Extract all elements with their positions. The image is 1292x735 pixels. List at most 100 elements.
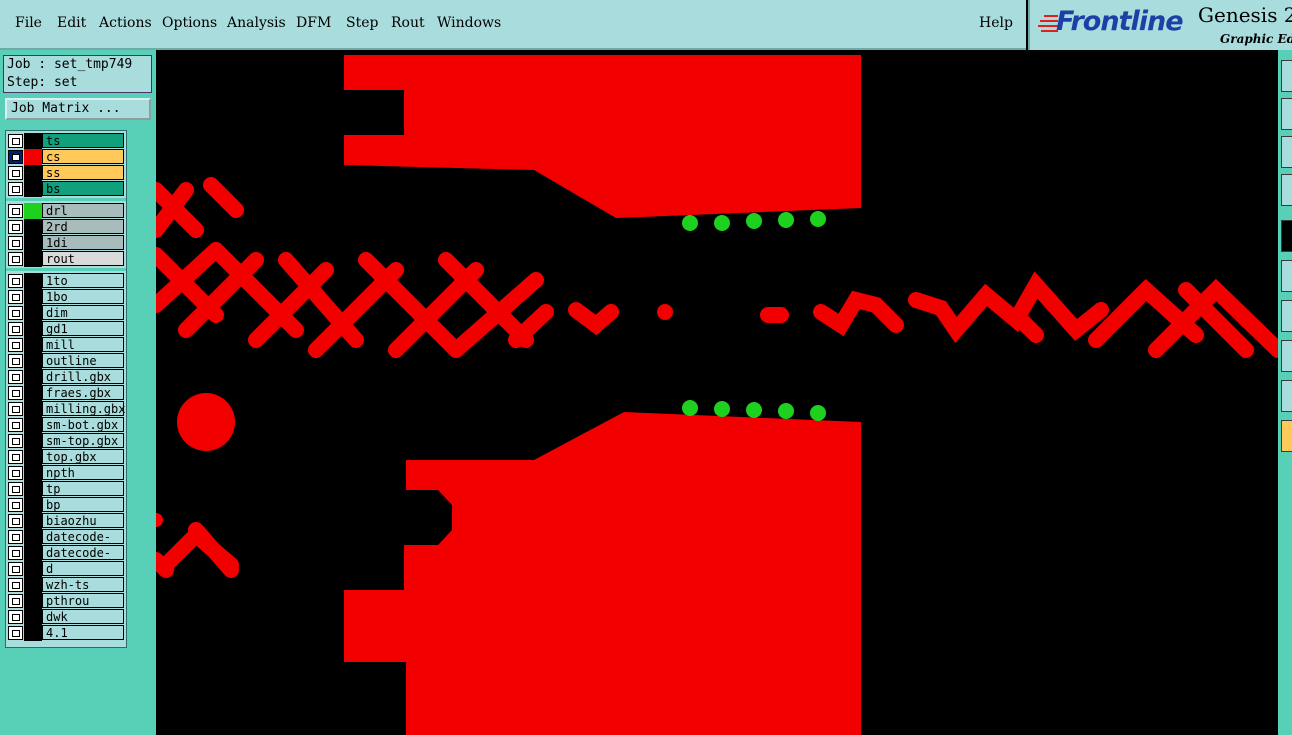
layer-row-dwk[interactable]: dwk (6, 609, 126, 625)
layer-checkbox[interactable] (8, 466, 23, 480)
layer-color-swatch[interactable] (24, 219, 42, 235)
layer-color-swatch[interactable] (24, 465, 42, 481)
layer-color-swatch[interactable] (24, 577, 42, 593)
toolbar-button-3[interactable] (1281, 136, 1292, 168)
layer-color-swatch[interactable] (24, 133, 42, 149)
layer-name[interactable]: dim (42, 305, 124, 320)
layer-checkbox[interactable] (8, 482, 23, 496)
layer-color-swatch[interactable] (24, 165, 42, 181)
layer-checkbox[interactable] (8, 204, 23, 218)
layer-row-4-1[interactable]: 4.1 (6, 625, 126, 641)
layer-color-swatch[interactable] (24, 545, 42, 561)
layer-row-datecode-bs[interactable]: datecode-bs (6, 545, 126, 575)
layer-checkbox[interactable] (8, 290, 23, 304)
menu-windows[interactable]: Windows (437, 15, 501, 31)
layer-color-swatch[interactable] (24, 289, 42, 305)
layer-row-wzh-ts[interactable]: wzh-ts (6, 577, 126, 593)
layer-color-swatch[interactable] (24, 203, 42, 219)
layer-row-npth[interactable]: npth (6, 465, 126, 481)
layer-checkbox[interactable] (8, 150, 23, 164)
layer-color-swatch[interactable] (24, 305, 42, 321)
layer-checkbox[interactable] (8, 386, 23, 400)
layer-row-rout[interactable]: rout (6, 251, 126, 267)
layer-row-bs[interactable]: bs (6, 181, 126, 197)
layer-row-ss[interactable]: ss (6, 165, 126, 181)
toolbar-button-8[interactable] (1281, 340, 1292, 372)
layer-name[interactable]: gd1 (42, 321, 124, 336)
layer-row-biaozhu[interactable]: biaozhu (6, 513, 126, 529)
menu-help[interactable]: Help (979, 15, 1013, 31)
layer-row-1bo[interactable]: 1bo (6, 289, 126, 305)
layer-checkbox[interactable] (8, 166, 23, 180)
layer-name[interactable]: datecode-bs (42, 545, 124, 575)
layer-row-gd1[interactable]: gd1 (6, 321, 126, 337)
layer-name[interactable]: fraes.gbx (42, 385, 124, 400)
layer-row-sm-bot-gbx[interactable]: sm-bot.gbx (6, 417, 126, 433)
layer-name[interactable]: tp (42, 481, 124, 496)
toolbar-button-2[interactable] (1281, 98, 1292, 130)
job-matrix-button[interactable]: Job Matrix ... (5, 98, 151, 120)
layer-color-swatch[interactable] (24, 401, 42, 417)
layer-checkbox[interactable] (8, 402, 23, 416)
layer-checkbox[interactable] (8, 182, 23, 196)
layer-row-outline[interactable]: outline (6, 353, 126, 369)
layer-checkbox[interactable] (8, 626, 23, 640)
layer-checkbox[interactable] (8, 236, 23, 250)
layer-row-2rd[interactable]: 2rd (6, 219, 126, 235)
layer-row-1to[interactable]: 1to (6, 273, 126, 289)
menu-step[interactable]: Step (346, 15, 378, 31)
layer-color-swatch[interactable] (24, 417, 42, 433)
layer-name[interactable]: d (42, 561, 124, 576)
layer-color-swatch[interactable] (24, 497, 42, 513)
menu-rout[interactable]: Rout (391, 15, 425, 31)
layer-checkbox[interactable] (8, 562, 23, 576)
layer-name[interactable]: 2rd (42, 219, 124, 234)
layer-color-swatch[interactable] (24, 561, 42, 577)
layer-name[interactable]: wzh-ts (42, 577, 124, 592)
layer-checkbox[interactable] (8, 354, 23, 368)
layer-color-swatch[interactable] (24, 481, 42, 497)
layer-row-datecode-ts[interactable]: datecode-ts (6, 529, 126, 559)
toolbar-button-1[interactable] (1281, 60, 1292, 92)
layer-row-tp[interactable]: tp (6, 481, 126, 497)
layer-name[interactable]: bp (42, 497, 124, 512)
layer-checkbox[interactable] (8, 594, 23, 608)
layer-name[interactable]: npth (42, 465, 124, 480)
layer-name[interactable]: drill.gbx (42, 369, 124, 384)
layer-checkbox[interactable] (8, 418, 23, 432)
layer-row-sm-top-gbx[interactable]: sm-top.gbx (6, 433, 126, 449)
layer-checkbox[interactable] (8, 306, 23, 320)
toolbar-button-6[interactable] (1281, 260, 1292, 292)
layer-name[interactable]: bs (42, 181, 124, 196)
layer-checkbox[interactable] (8, 578, 23, 592)
layer-name[interactable]: outline (42, 353, 124, 368)
layer-color-swatch[interactable] (24, 273, 42, 289)
layer-checkbox[interactable] (8, 370, 23, 384)
layer-name[interactable]: ts (42, 133, 124, 148)
layer-row-cs[interactable]: cs (6, 149, 126, 165)
layer-color-swatch[interactable] (24, 529, 42, 545)
layer-checkbox[interactable] (8, 220, 23, 234)
layer-checkbox[interactable] (8, 530, 23, 544)
layer-color-swatch[interactable] (24, 513, 42, 529)
layer-row-drill-gbx[interactable]: drill.gbx (6, 369, 126, 385)
layer-row-milling-gbx[interactable]: milling.gbx (6, 401, 126, 417)
layer-row-1di[interactable]: 1di (6, 235, 126, 251)
layer-checkbox[interactable] (8, 546, 23, 560)
layer-row-top-gbx[interactable]: top.gbx (6, 449, 126, 465)
layer-name[interactable]: 4.1 (42, 625, 124, 640)
layer-name[interactable]: biaozhu (42, 513, 124, 528)
layer-row-ts[interactable]: ts (6, 133, 126, 149)
layer-row-bp[interactable]: bp (6, 497, 126, 513)
layer-color-swatch[interactable] (24, 353, 42, 369)
menu-edit[interactable]: Edit (57, 15, 86, 31)
layer-row-drl[interactable]: drl (6, 203, 126, 219)
layer-name[interactable]: milling.gbx (42, 401, 125, 416)
layer-name[interactable]: mill (42, 337, 124, 352)
layer-row-fraes-gbx[interactable]: fraes.gbx (6, 385, 126, 401)
graphic-canvas[interactable] (156, 50, 1278, 735)
layer-row-d[interactable]: d (6, 561, 126, 577)
layer-name[interactable]: ss (42, 165, 124, 180)
layer-checkbox[interactable] (8, 252, 23, 266)
layer-name[interactable]: 1di (42, 235, 124, 250)
